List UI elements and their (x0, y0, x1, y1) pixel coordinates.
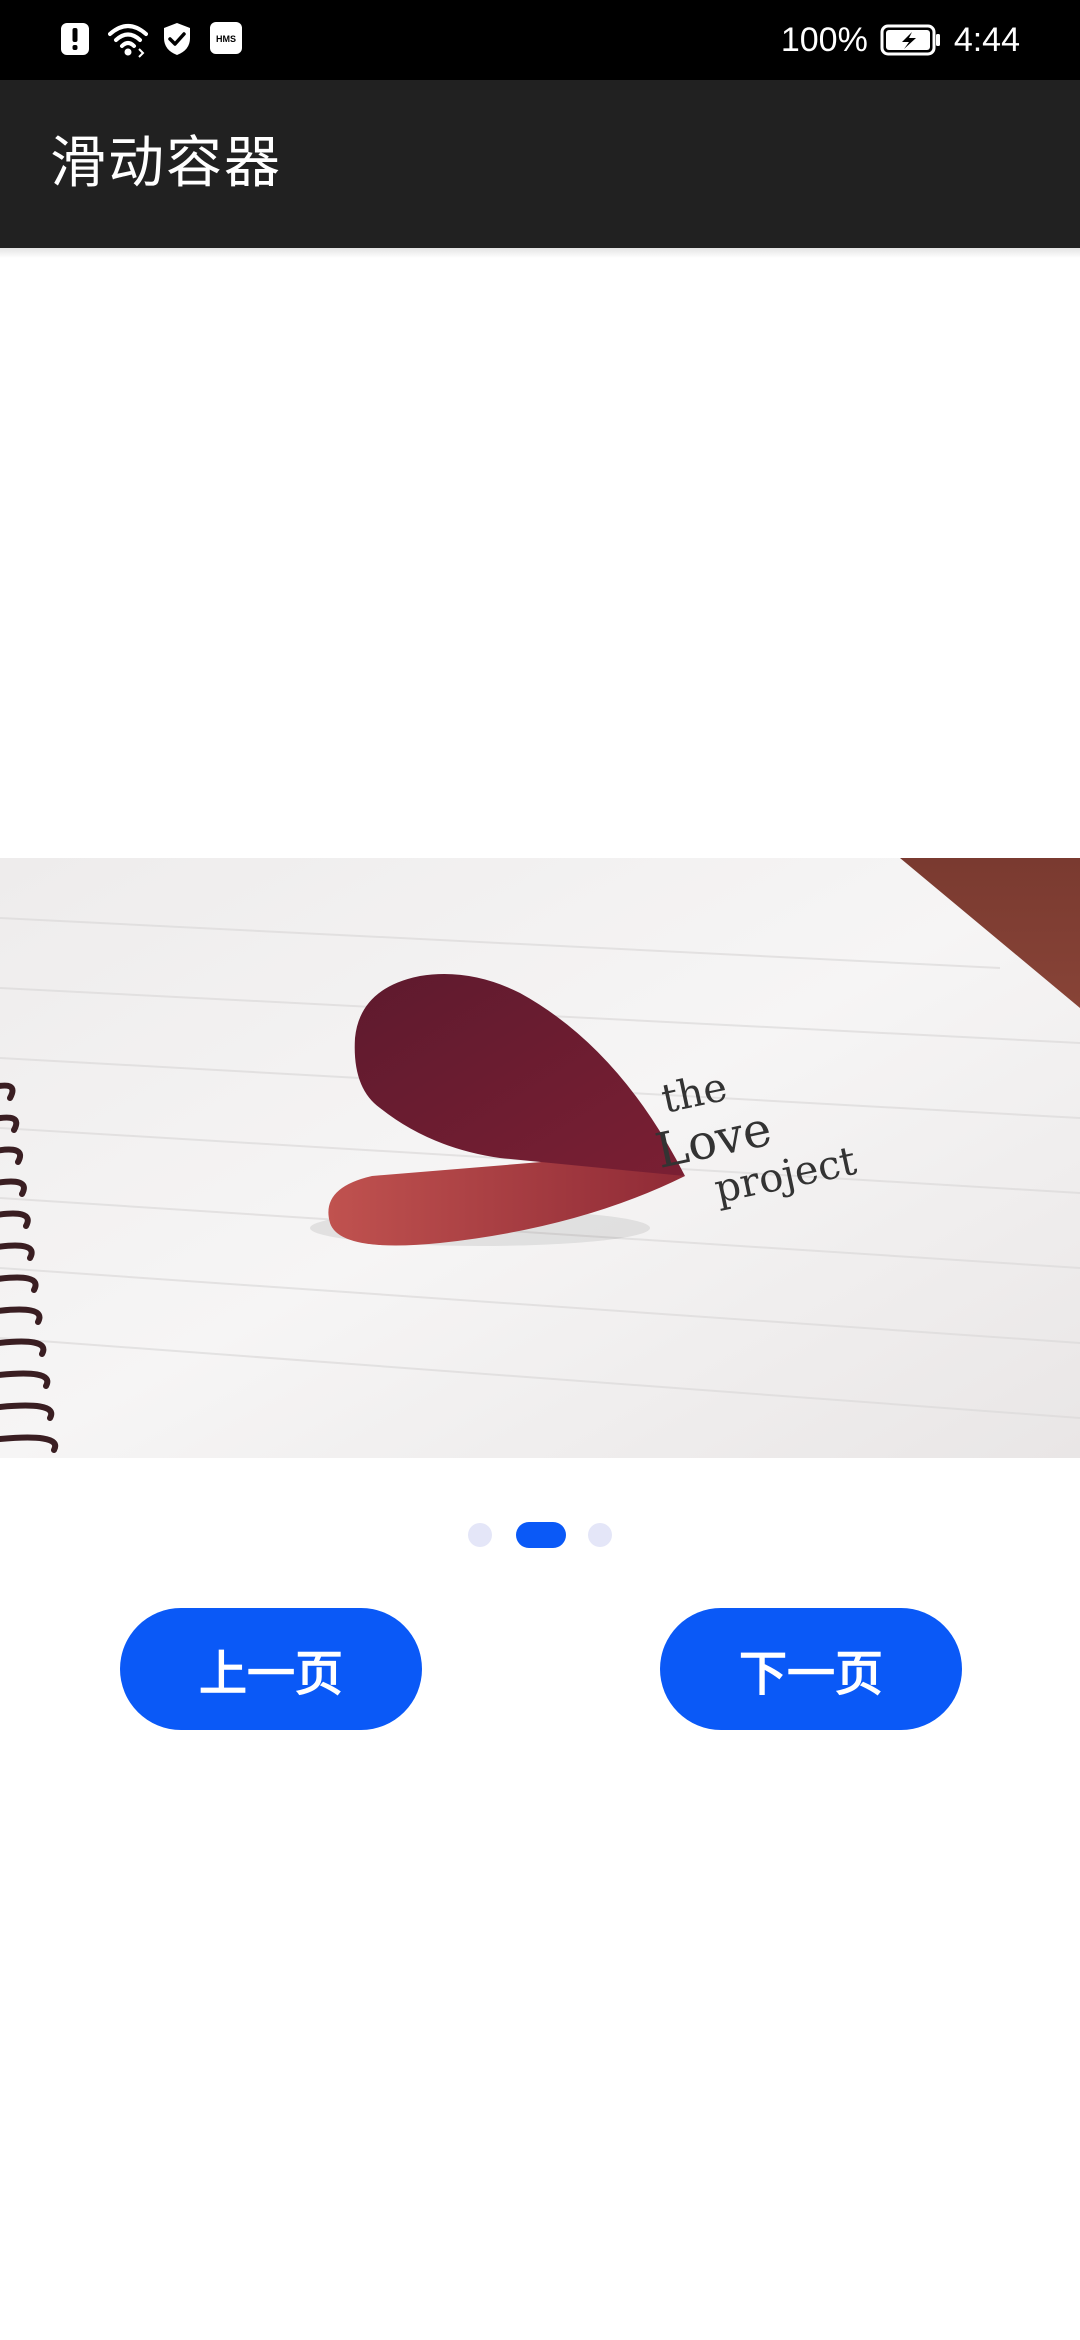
next-page-button[interactable]: 下一页 (660, 1608, 962, 1730)
hms-icon: HMS (210, 22, 244, 58)
battery-percent: 100% (780, 20, 868, 59)
clock-time: 4:44 (953, 20, 1020, 59)
swiper-indicator (0, 1520, 1080, 1548)
indicator-dot-active[interactable] (516, 1522, 566, 1548)
wifi-icon (108, 22, 148, 58)
prev-page-button[interactable]: 上一页 (120, 1608, 422, 1730)
battery-charging-icon (880, 24, 942, 56)
app-bar: 滑动容器 (0, 80, 1080, 248)
alert-icon (60, 22, 94, 58)
indicator-dot[interactable] (588, 1523, 612, 1547)
status-icons-left: HMS (60, 20, 244, 60)
indicator-dot[interactable] (468, 1523, 492, 1547)
shield-check-icon (162, 22, 196, 58)
swiper-container[interactable]: the Love project (0, 858, 1080, 1458)
page-title: 滑动容器 (50, 131, 282, 196)
app-bar-shadow (0, 248, 1080, 258)
status-bar: HMS 100% 4:44 (0, 0, 1080, 80)
svg-text:HMS: HMS (216, 34, 236, 44)
swiper-image: the Love project (0, 858, 1080, 1458)
status-icons-right: 100% 4:44 (781, 18, 1020, 62)
